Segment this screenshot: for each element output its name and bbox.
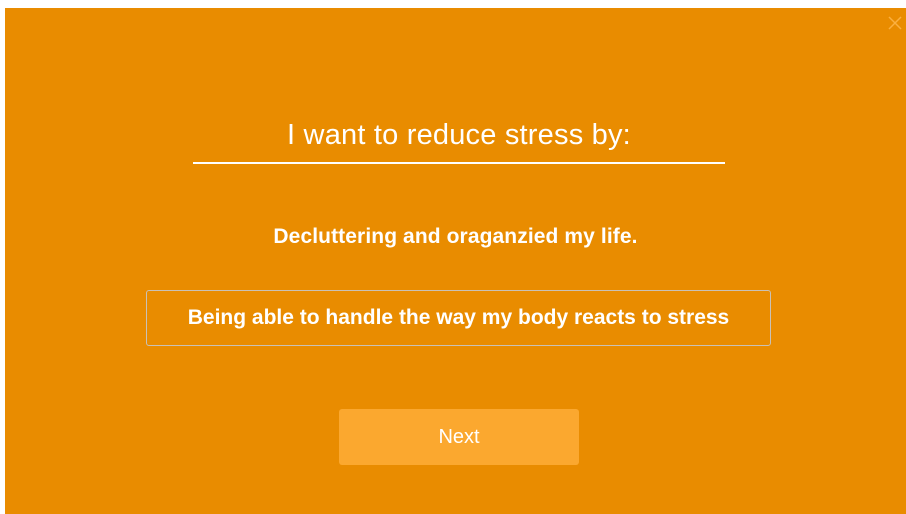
option-declutter[interactable]: Decluttering and oraganzied my life. — [5, 222, 906, 252]
option-label: Being able to handle the way my body rea… — [187, 306, 730, 329]
next-button[interactable]: Next — [339, 409, 579, 465]
close-icon-glyph — [888, 16, 902, 30]
title-underline — [193, 162, 725, 164]
close-icon[interactable] — [886, 14, 904, 32]
dialog-title: I want to reduce stress by: — [287, 119, 631, 151]
dialog-title-block: I want to reduce stress by: — [193, 116, 725, 164]
option-handle-body-reaction[interactable]: Being able to handle the way my body rea… — [146, 290, 771, 346]
reduce-stress-dialog: I want to reduce stress by: Decluttering… — [5, 8, 906, 514]
